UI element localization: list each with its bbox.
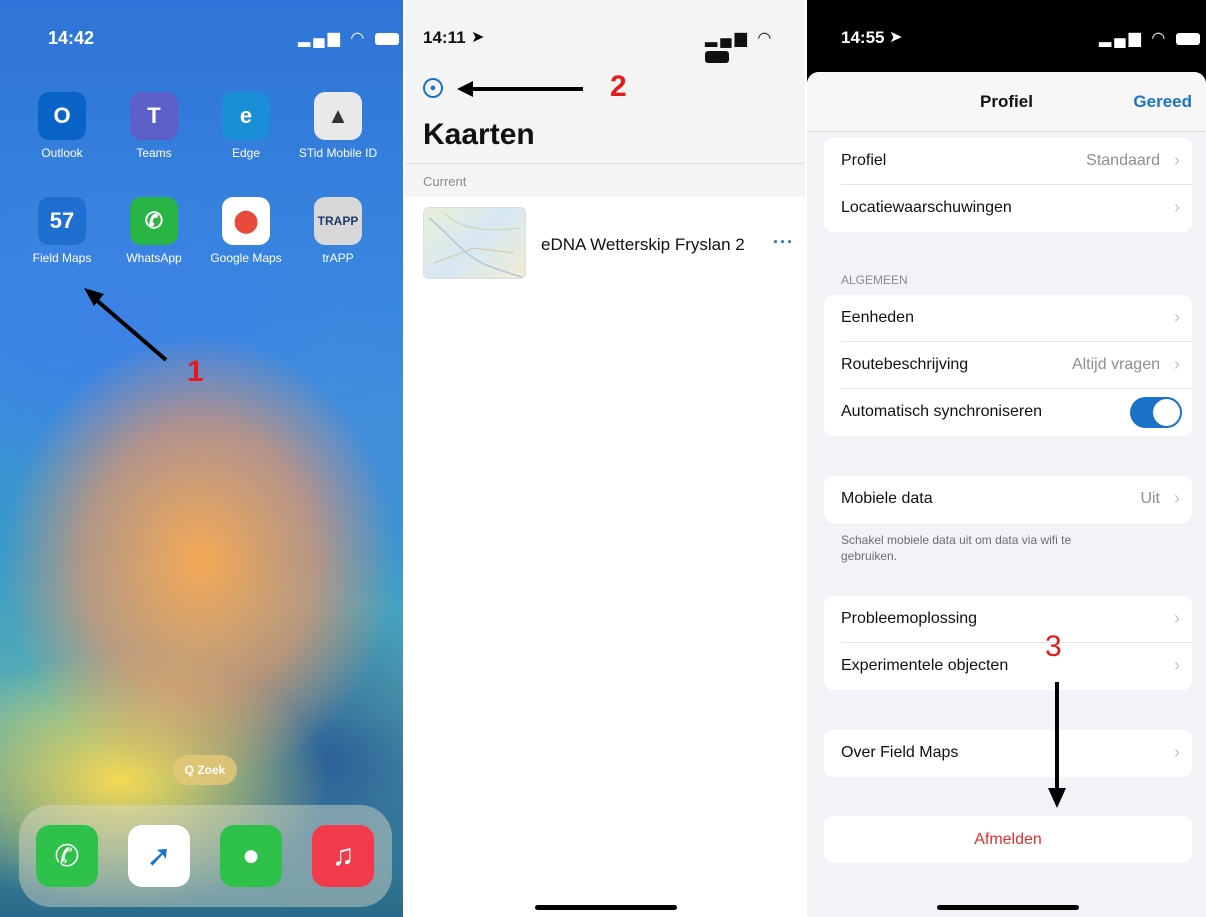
settings-row-routebeschrijving[interactable]: Routebeschrijving Altijd vragen › <box>841 342 1192 389</box>
section-header-general: ALGEMEEN <box>841 273 908 287</box>
status-icons: ▂▄▆ ◠ <box>705 28 805 66</box>
chevron-right-icon: › <box>1174 742 1180 762</box>
annotation-arrow-1 <box>84 288 168 362</box>
row-title: Mobiele data <box>841 490 933 507</box>
chevron-right-icon: › <box>1174 488 1180 508</box>
map-thumbnail[interactable] <box>423 207 526 279</box>
signal-icon: ▂▄▆ <box>1099 30 1144 47</box>
settings-row-locatiewaarschuwingen[interactable]: Locatiewaarschuwingen › <box>841 185 1192 232</box>
mobile-data-group: Mobiele data Uit › <box>824 476 1192 523</box>
chevron-right-icon: › <box>1174 197 1180 217</box>
section-header: Current <box>405 163 805 197</box>
signout-button[interactable]: Afmelden <box>824 816 1192 863</box>
row-title: Routebeschrijving <box>841 356 969 373</box>
section-label: Current <box>423 174 467 189</box>
maps-list-panel: 14:11 ➤ ▂▄▆ ◠ ● 2 Kaarten Current eDNA W… <box>405 0 805 917</box>
settings-row-eenheden[interactable]: Eenheden › <box>841 295 1192 342</box>
location-arrow-icon: ➤ <box>471 29 485 46</box>
chevron-right-icon: › <box>1174 307 1180 327</box>
profile-settings-panel: 14:55 ➤ ▂▄▆ ◠ Profiel Gereed Profiel Stan… <box>807 0 1206 917</box>
row-value: Uit <box>1140 490 1160 507</box>
map-title[interactable]: eDNA Wetterskip Fryslan 2 <box>541 235 745 255</box>
battery-icon <box>705 50 729 63</box>
row-title: Probleemoplossing <box>841 610 978 627</box>
status-time: 14:55 <box>841 28 885 47</box>
row-title: Locatiewaarschuwingen <box>841 199 1012 216</box>
map-preview-image <box>428 212 525 278</box>
settings-row-experimentele-objecten[interactable]: Experimentele objecten › <box>841 643 1192 690</box>
wifi-icon: ◠ <box>757 30 775 47</box>
row-title: Experimentele objecten <box>841 657 1009 674</box>
settings-row-automatisch-synchroniseren[interactable]: Automatisch synchroniseren <box>841 389 1192 436</box>
settings-row-profiel[interactable]: Profiel Standaard › <box>841 138 1192 185</box>
signal-icon: ▂▄▆ <box>705 30 750 47</box>
more-options-icon[interactable]: ··· <box>773 232 794 253</box>
chevron-right-icon: › <box>1174 655 1180 675</box>
row-title: Profiel <box>841 152 887 169</box>
header: 14:11 ➤ ▂▄▆ ◠ ● 2 Kaarten <box>405 0 805 163</box>
annotation-step-3: 3 <box>1045 630 1062 663</box>
general-group: Eenheden › Routebeschrijving Altijd vragen ›… <box>824 295 1192 436</box>
profile-group: Profiel Standaard › Locatiewaarschuwingen › <box>824 138 1192 232</box>
row-value: Altijd vragen <box>1071 356 1160 373</box>
toggle-knob <box>1153 399 1180 426</box>
location-arrow-icon: ➤ <box>889 29 903 46</box>
sheet-header: Profiel Gereed <box>807 72 1206 132</box>
row-title: Eenheden <box>841 309 914 326</box>
settings-row-probleemoplossing[interactable]: Probleemoplossing › <box>841 596 1192 643</box>
status-time: 14:11 <box>423 28 466 47</box>
settings-row-over-field-maps[interactable]: Over Field Maps › <box>841 730 1192 777</box>
home-indicator <box>535 905 677 910</box>
annotation-step-1: 1 <box>187 355 204 388</box>
profile-icon[interactable]: ● <box>423 78 443 98</box>
wifi-icon: ◠ <box>1151 30 1169 47</box>
battery-icon <box>1175 32 1200 45</box>
page-title: Kaarten <box>423 118 535 151</box>
mobile-data-note: Schakel mobiele data uit om data via wif… <box>841 533 1072 563</box>
sync-toggle[interactable] <box>1130 397 1182 428</box>
annotation-arrow-3 <box>1048 682 1066 808</box>
annotation-step-2: 2 <box>610 70 627 103</box>
home-indicator <box>937 905 1079 910</box>
home-screen-panel: 14:42 ▂▄▆ ◠ O Outlook T Teams e Edge ▲ STid Mob… <box>0 0 403 917</box>
row-title: Over Field Maps <box>841 744 959 761</box>
status-icons: ▂▄▆ ◠ <box>1099 28 1200 48</box>
settings-row-mobiele-data[interactable]: Mobiele data Uit › <box>841 476 1192 523</box>
annotation-arrow-2 <box>457 81 583 97</box>
row-title: Automatisch synchroniseren <box>841 403 1042 420</box>
chevron-right-icon: › <box>1174 150 1180 170</box>
row-value: Standaard <box>1086 152 1160 169</box>
chevron-right-icon: › <box>1174 354 1180 374</box>
about-group: Over Field Maps › <box>824 730 1192 777</box>
troubleshooting-group: Probleemoplossing › Experimentele objecten… <box>824 596 1192 690</box>
done-button[interactable]: Gereed <box>1133 92 1192 112</box>
chevron-right-icon: › <box>1174 608 1180 628</box>
